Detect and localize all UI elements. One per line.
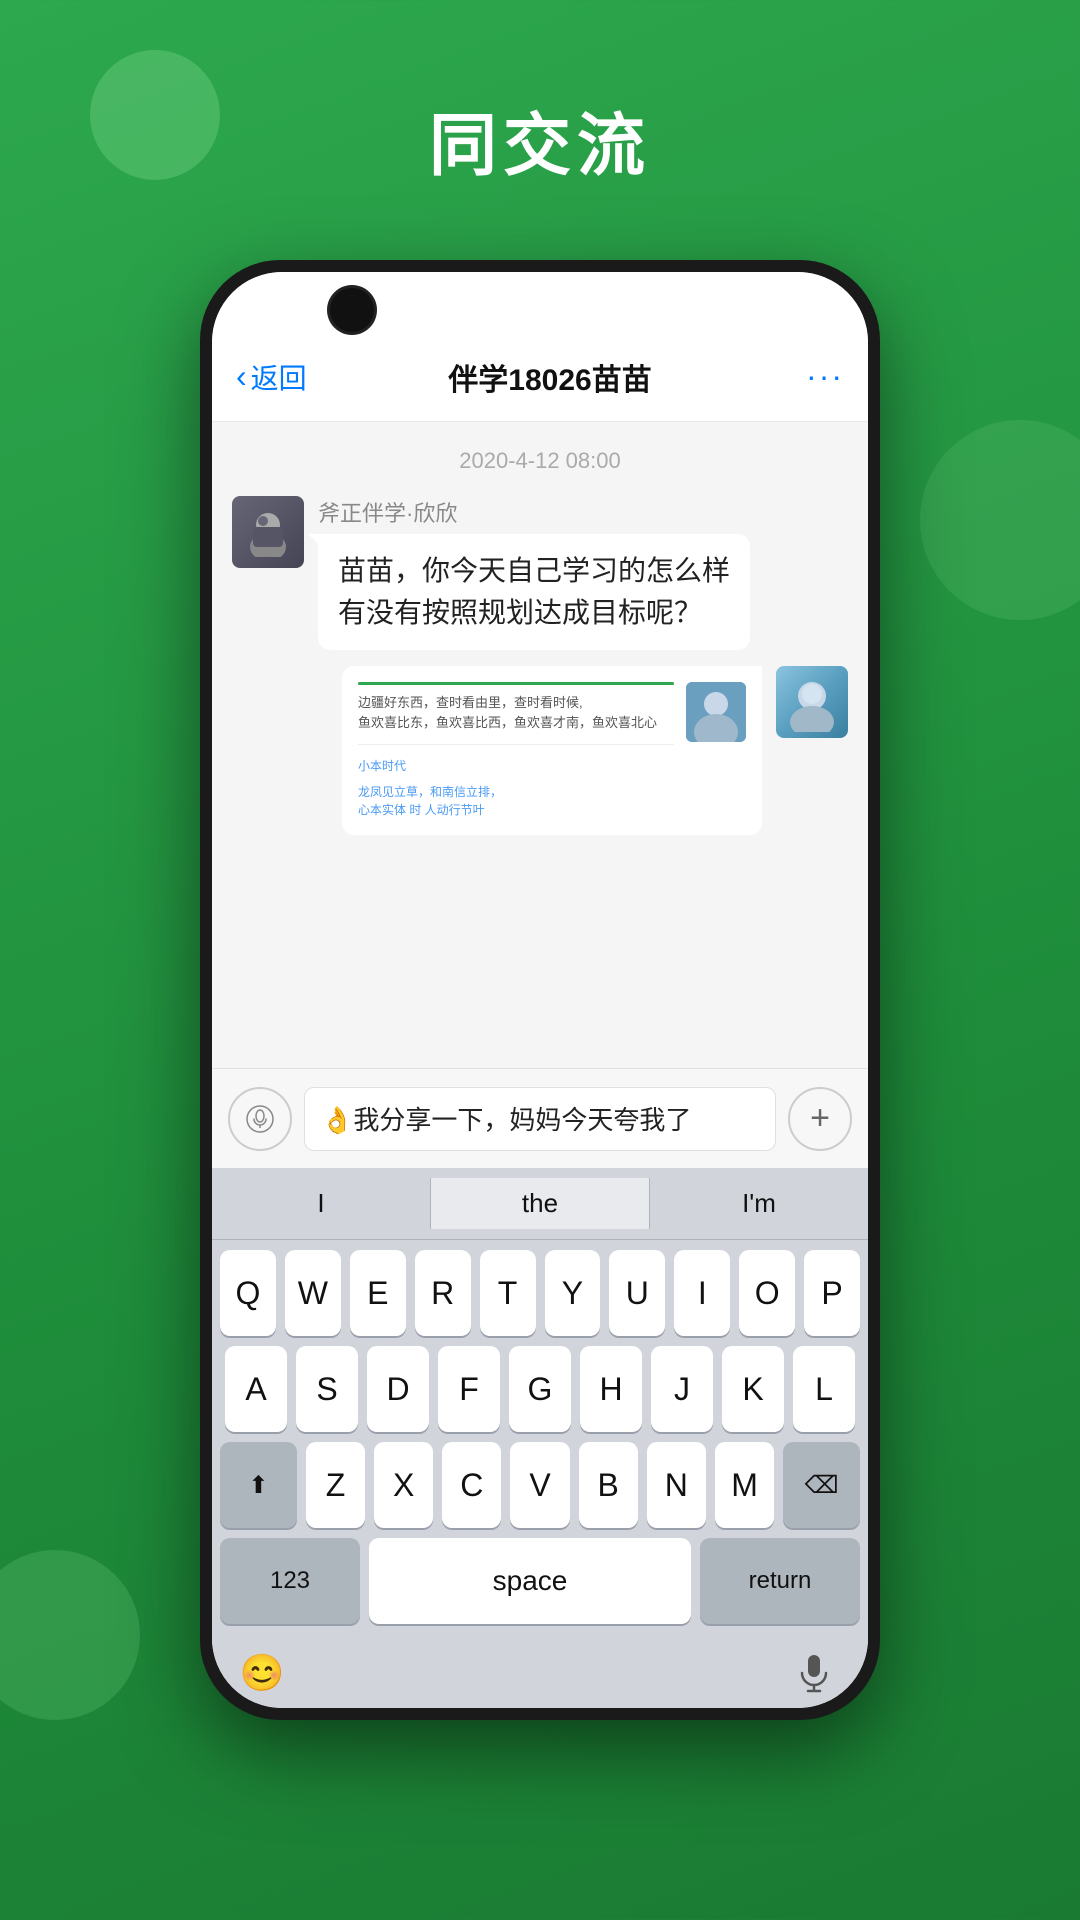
key-row-bottom: 123 space return xyxy=(220,1538,860,1634)
text-input[interactable]: 👌我分享一下，妈妈今天夸我了 xyxy=(304,1087,776,1151)
sender-name-1: 斧正伴学·欣欣 xyxy=(318,496,750,528)
key-I[interactable]: I xyxy=(674,1250,730,1336)
message-bubble-1: 苗苗，你今天自己学习的怎么样有没有按照规划达成目标呢？ xyxy=(318,534,750,650)
key-space[interactable]: space xyxy=(369,1538,691,1624)
camera-hole xyxy=(330,288,374,332)
key-L[interactable]: L xyxy=(793,1346,855,1432)
phone-frame: ‹ 返回 伴学18026苗苗 ··· 2020-4-12 08:00 xyxy=(200,260,880,1720)
key-row-2: A S D F G H J K L xyxy=(220,1346,860,1432)
key-N[interactable]: N xyxy=(647,1442,706,1528)
message-row-note: 边疆好东西，查时看由里，查时看时候,鱼欢喜比东，鱼欢喜比西，鱼欢喜才南，鱼欢喜北… xyxy=(232,666,848,835)
note-divider xyxy=(358,744,674,745)
input-bar: 👌我分享一下，妈妈今天夸我了 + xyxy=(212,1068,868,1168)
key-K[interactable]: K xyxy=(722,1346,784,1432)
note-content: 边疆好东西，查时看由里，查时看时候,鱼欢喜比东，鱼欢喜比西，鱼欢喜才南，鱼欢喜北… xyxy=(358,682,674,819)
key-Q[interactable]: Q xyxy=(220,1250,276,1336)
note-bubble[interactable]: 边疆好东西，查时看由里，查时看时候,鱼欢喜比东，鱼欢喜比西，鱼欢喜才南，鱼欢喜北… xyxy=(342,666,762,835)
add-icon: + xyxy=(810,1099,830,1138)
key-R[interactable]: R xyxy=(415,1250,471,1336)
key-G[interactable]: G xyxy=(509,1346,571,1432)
avatar-left-img xyxy=(232,496,304,568)
suggestion-I[interactable]: I xyxy=(212,1178,431,1229)
note-text-main: 边疆好东西，查时看由里，查时看时候,鱼欢喜比东，鱼欢喜比西，鱼欢喜才南，鱼欢喜北… xyxy=(358,693,674,732)
message-row-1: 斧正伴学·欣欣 苗苗，你今天自己学习的怎么样有没有按照规划达成目标呢？ xyxy=(232,496,848,650)
key-S[interactable]: S xyxy=(296,1346,358,1432)
note-section-title: 小本时代 xyxy=(358,757,674,775)
key-U[interactable]: U xyxy=(609,1250,665,1336)
key-T[interactable]: T xyxy=(480,1250,536,1336)
key-W[interactable]: W xyxy=(285,1250,341,1336)
message-content-1: 斧正伴学·欣欣 苗苗，你今天自己学习的怎么样有没有按照规划达成目标呢？ xyxy=(318,496,750,650)
key-M[interactable]: M xyxy=(715,1442,774,1528)
shift-key[interactable]: ⬆ xyxy=(220,1442,297,1528)
avatar-right xyxy=(776,666,848,738)
note-section-text: 龙凤见立草，和南信立排，心本实体 时 人动行节叶 xyxy=(358,783,674,819)
key-O[interactable]: O xyxy=(739,1250,795,1336)
back-chevron-icon: ‹ xyxy=(236,360,247,392)
key-P[interactable]: P xyxy=(804,1250,860,1336)
key-F[interactable]: F xyxy=(438,1346,500,1432)
nav-title: 伴学18026苗苗 xyxy=(336,355,764,399)
key-row-1: Q W E R T Y U I O P xyxy=(220,1250,860,1336)
page-title: 同交流 xyxy=(0,90,1080,189)
nav-more-button[interactable]: ··· xyxy=(764,358,844,395)
key-Y[interactable]: Y xyxy=(545,1250,601,1336)
add-button[interactable]: + xyxy=(788,1087,852,1151)
key-Z[interactable]: Z xyxy=(306,1442,365,1528)
phone-screen: ‹ 返回 伴学18026苗苗 ··· 2020-4-12 08:00 xyxy=(212,272,868,1708)
suggestion-Im[interactable]: I'm xyxy=(650,1178,868,1229)
key-A[interactable]: A xyxy=(225,1346,287,1432)
emoji-button[interactable]: 😊 xyxy=(232,1643,292,1703)
nav-back-button[interactable]: ‹ 返回 xyxy=(236,357,336,397)
status-bar xyxy=(212,272,868,332)
chat-area: 2020-4-12 08:00 斧正伴学·欣欣 xyxy=(212,422,868,1068)
key-123[interactable]: 123 xyxy=(220,1538,360,1624)
keyboard: I the I'm Q W E R T Y U I O P xyxy=(212,1168,868,1708)
key-C[interactable]: C xyxy=(442,1442,501,1528)
note-avatar xyxy=(686,682,746,742)
key-X[interactable]: X xyxy=(374,1442,433,1528)
key-E[interactable]: E xyxy=(350,1250,406,1336)
key-row-3: ⬆ Z X C V B N M ⌫ xyxy=(220,1442,860,1528)
key-return[interactable]: return xyxy=(700,1538,860,1624)
keyboard-rows: Q W E R T Y U I O P A S D F G xyxy=(212,1240,868,1638)
key-V[interactable]: V xyxy=(510,1442,569,1528)
key-B[interactable]: B xyxy=(579,1442,638,1528)
suggestion-the[interactable]: the xyxy=(431,1178,650,1229)
note-green-line xyxy=(358,682,674,685)
deco-circle-bottom-left xyxy=(0,1550,140,1720)
avatar-left xyxy=(232,496,304,568)
keyboard-bottom-bar: 😊 xyxy=(212,1638,868,1708)
key-H[interactable]: H xyxy=(580,1346,642,1432)
input-text: 👌我分享一下，妈妈今天夸我了 xyxy=(321,1100,691,1137)
keyboard-suggestions: I the I'm xyxy=(212,1168,868,1240)
deco-circle-right-mid xyxy=(920,420,1080,620)
back-label: 返回 xyxy=(251,357,307,397)
key-D[interactable]: D xyxy=(367,1346,429,1432)
note-avatar-img xyxy=(686,682,746,742)
voice-button[interactable] xyxy=(228,1087,292,1151)
key-J[interactable]: J xyxy=(651,1346,713,1432)
nav-bar: ‹ 返回 伴学18026苗苗 ··· xyxy=(212,332,868,422)
delete-key[interactable]: ⌫ xyxy=(783,1442,860,1528)
avatar-right-img xyxy=(776,666,848,738)
mic-button[interactable] xyxy=(784,1643,844,1703)
chat-timestamp: 2020-4-12 08:00 xyxy=(232,442,848,480)
